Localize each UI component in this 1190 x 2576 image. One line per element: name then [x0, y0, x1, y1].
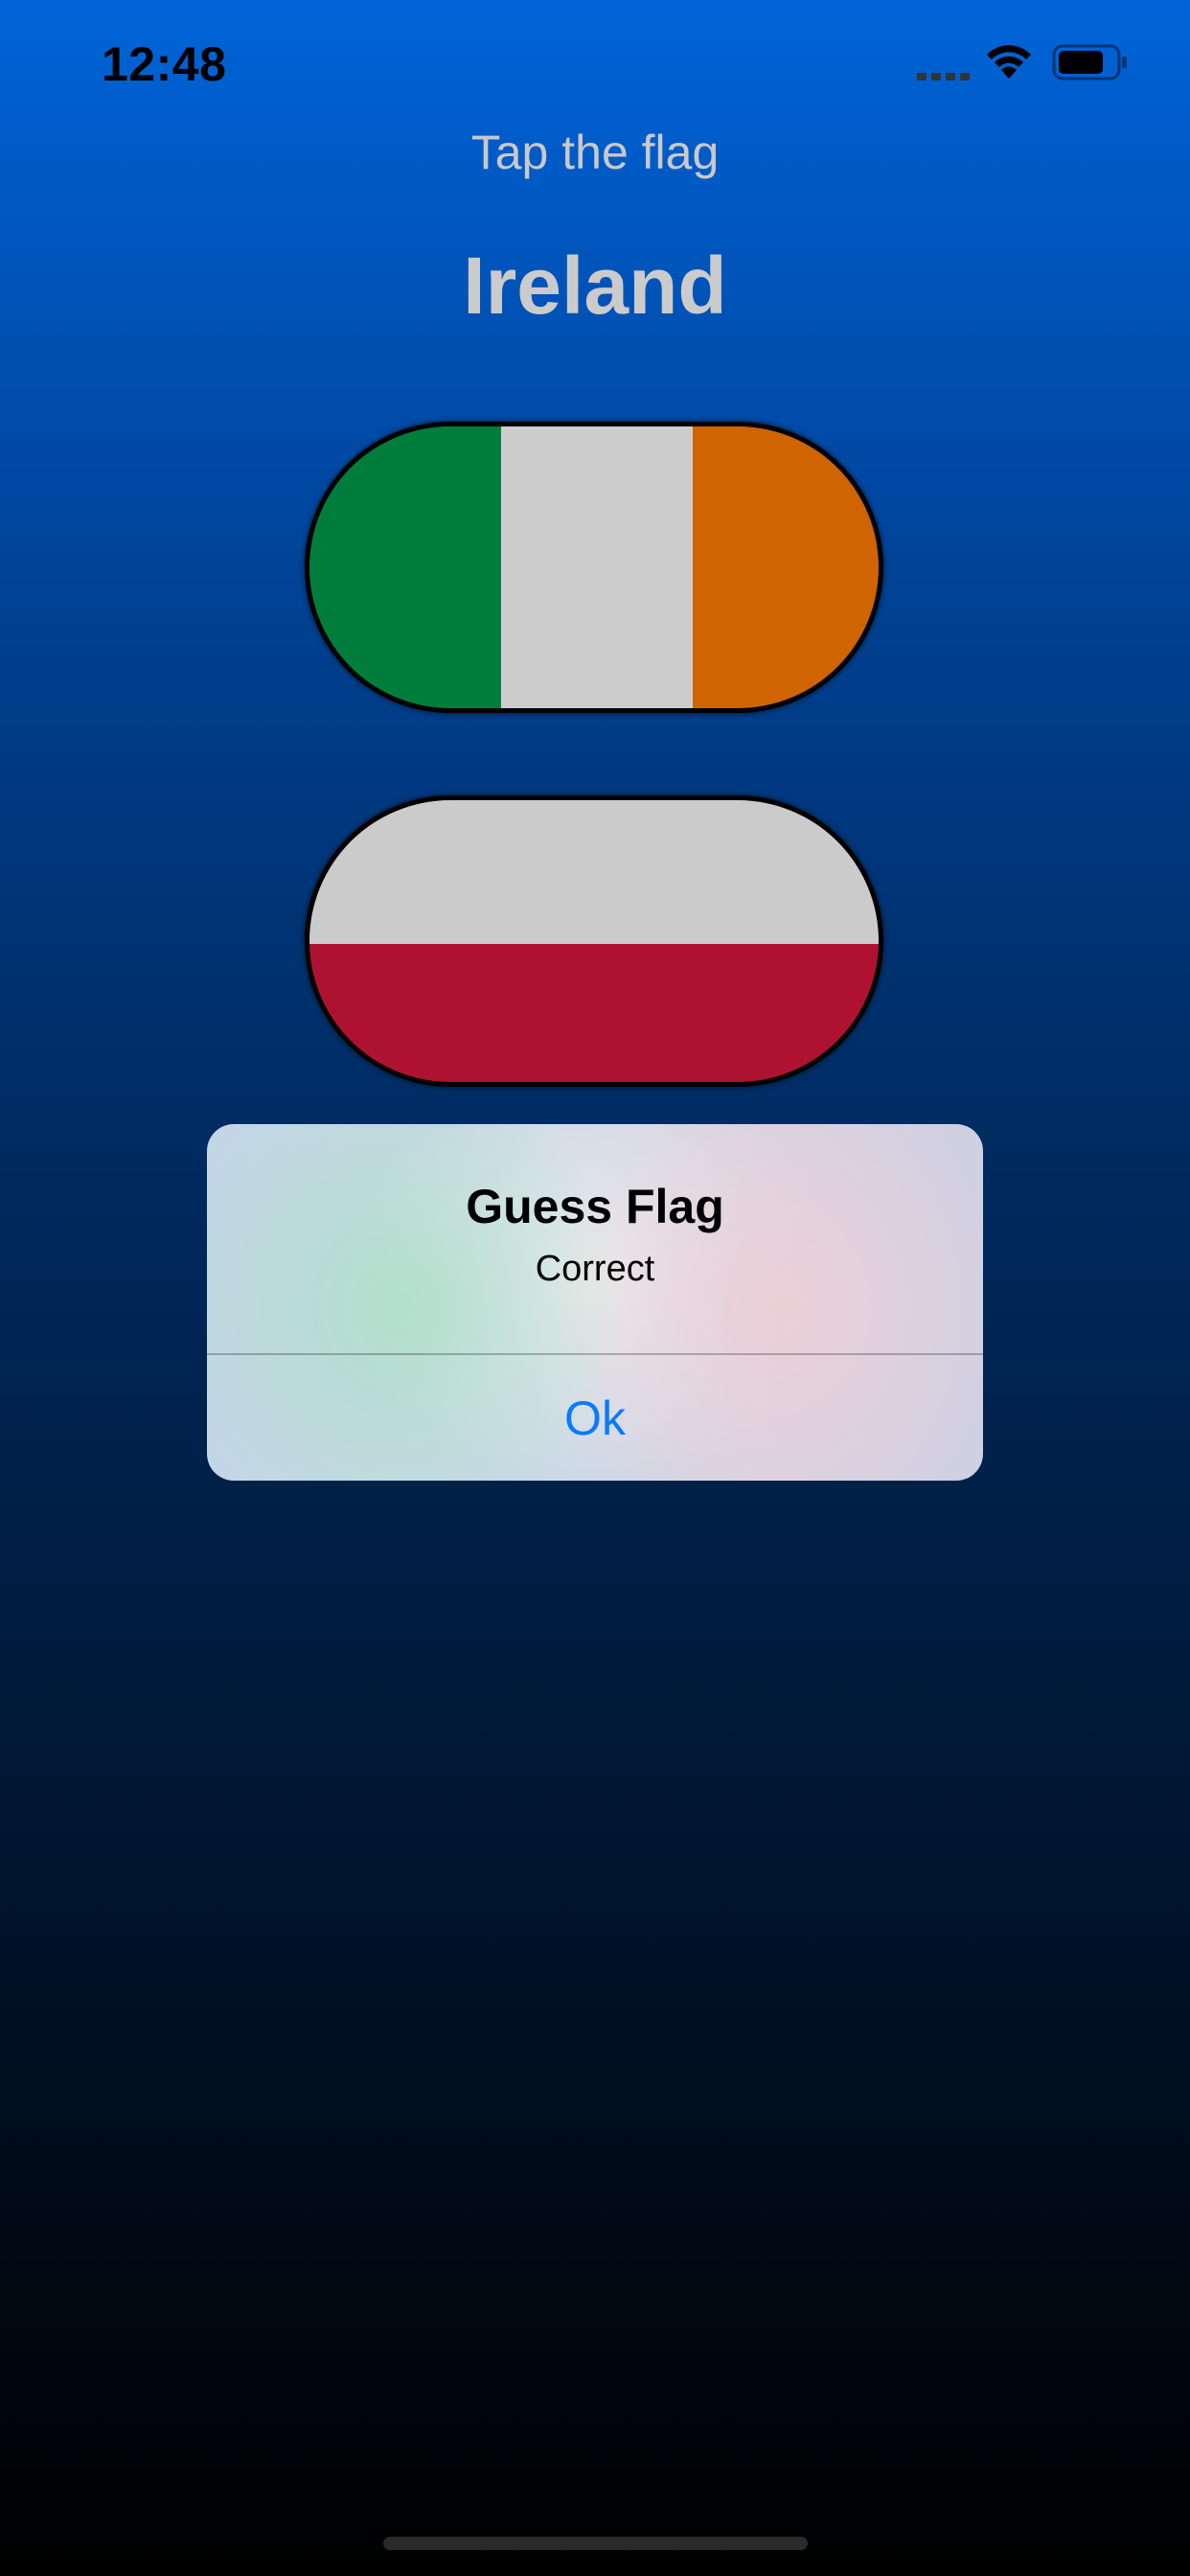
- country-name-label: Ireland: [463, 241, 727, 331]
- alert-dialog: Guess Flag Correct Ok: [207, 1124, 983, 1481]
- ok-button[interactable]: Ok: [207, 1355, 983, 1481]
- flag-stripe-orange: [693, 426, 879, 708]
- wifi-icon: [987, 45, 1031, 79]
- alert-title: Guess Flag: [466, 1180, 724, 1233]
- flag-button-ireland[interactable]: [305, 422, 883, 713]
- alert-message: Correct: [535, 1249, 655, 1289]
- battery-icon: [1052, 44, 1127, 80]
- app-screen: 12:48 Tap the flag Ireland Guess Flag Co…: [0, 0, 1190, 2576]
- signal-icon: [917, 73, 970, 80]
- flag-button-poland[interactable]: [305, 795, 883, 1087]
- flag-stripe-green: [309, 426, 501, 708]
- flag-band-white: [309, 800, 879, 944]
- instruction-label: Tap the flag: [470, 126, 720, 179]
- home-indicator[interactable]: [383, 2537, 808, 2550]
- flag-band-red: [309, 944, 879, 1082]
- flag-stripe-white: [501, 426, 693, 708]
- status-bar-time: 12:48: [102, 37, 227, 91]
